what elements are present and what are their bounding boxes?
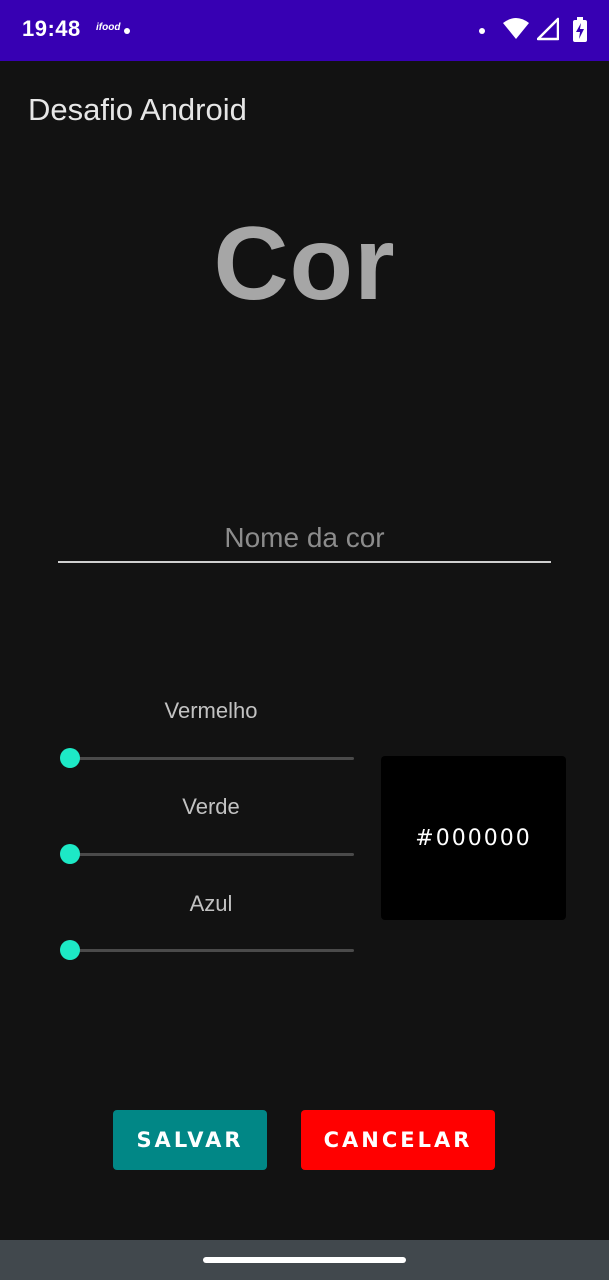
blue-slider-track xyxy=(70,949,354,952)
app-bar-title: Desafio Android xyxy=(28,92,247,127)
color-hex-value: #000000 xyxy=(415,825,532,851)
page-title: Cor xyxy=(213,206,396,322)
dot-icon xyxy=(479,28,485,34)
blue-slider[interactable] xyxy=(60,938,354,962)
green-slider-track xyxy=(70,853,354,856)
notification-dot-icon xyxy=(124,28,130,34)
cellular-signal-icon xyxy=(536,17,560,46)
cancel-button[interactable]: CANCELAR xyxy=(301,1110,495,1170)
green-slider-label: Verde xyxy=(182,794,240,819)
blue-slider-thumb[interactable] xyxy=(60,940,80,960)
green-slider-thumb[interactable] xyxy=(60,844,80,864)
color-preview-box: #000000 xyxy=(381,756,566,920)
red-slider-label: Vermelho xyxy=(164,698,258,723)
navigation-bar xyxy=(0,1240,609,1280)
screen: 19:48 ifood Desafio Android Cor Vermelho xyxy=(0,0,609,1280)
ifood-notification-icon: ifood xyxy=(96,22,121,33)
green-slider[interactable] xyxy=(60,842,354,866)
wifi-icon xyxy=(503,17,529,46)
blue-slider-label: Azul xyxy=(189,891,233,916)
status-time: 19:48 xyxy=(22,16,81,41)
gesture-handle[interactable] xyxy=(203,1257,406,1263)
red-slider[interactable] xyxy=(60,746,354,770)
battery-charging-icon xyxy=(572,17,588,48)
status-bar: 19:48 ifood xyxy=(0,0,609,61)
save-button[interactable]: SALVAR xyxy=(113,1110,267,1170)
red-slider-track xyxy=(70,757,354,760)
red-slider-thumb[interactable] xyxy=(60,748,80,768)
color-name-input[interactable] xyxy=(58,515,551,563)
